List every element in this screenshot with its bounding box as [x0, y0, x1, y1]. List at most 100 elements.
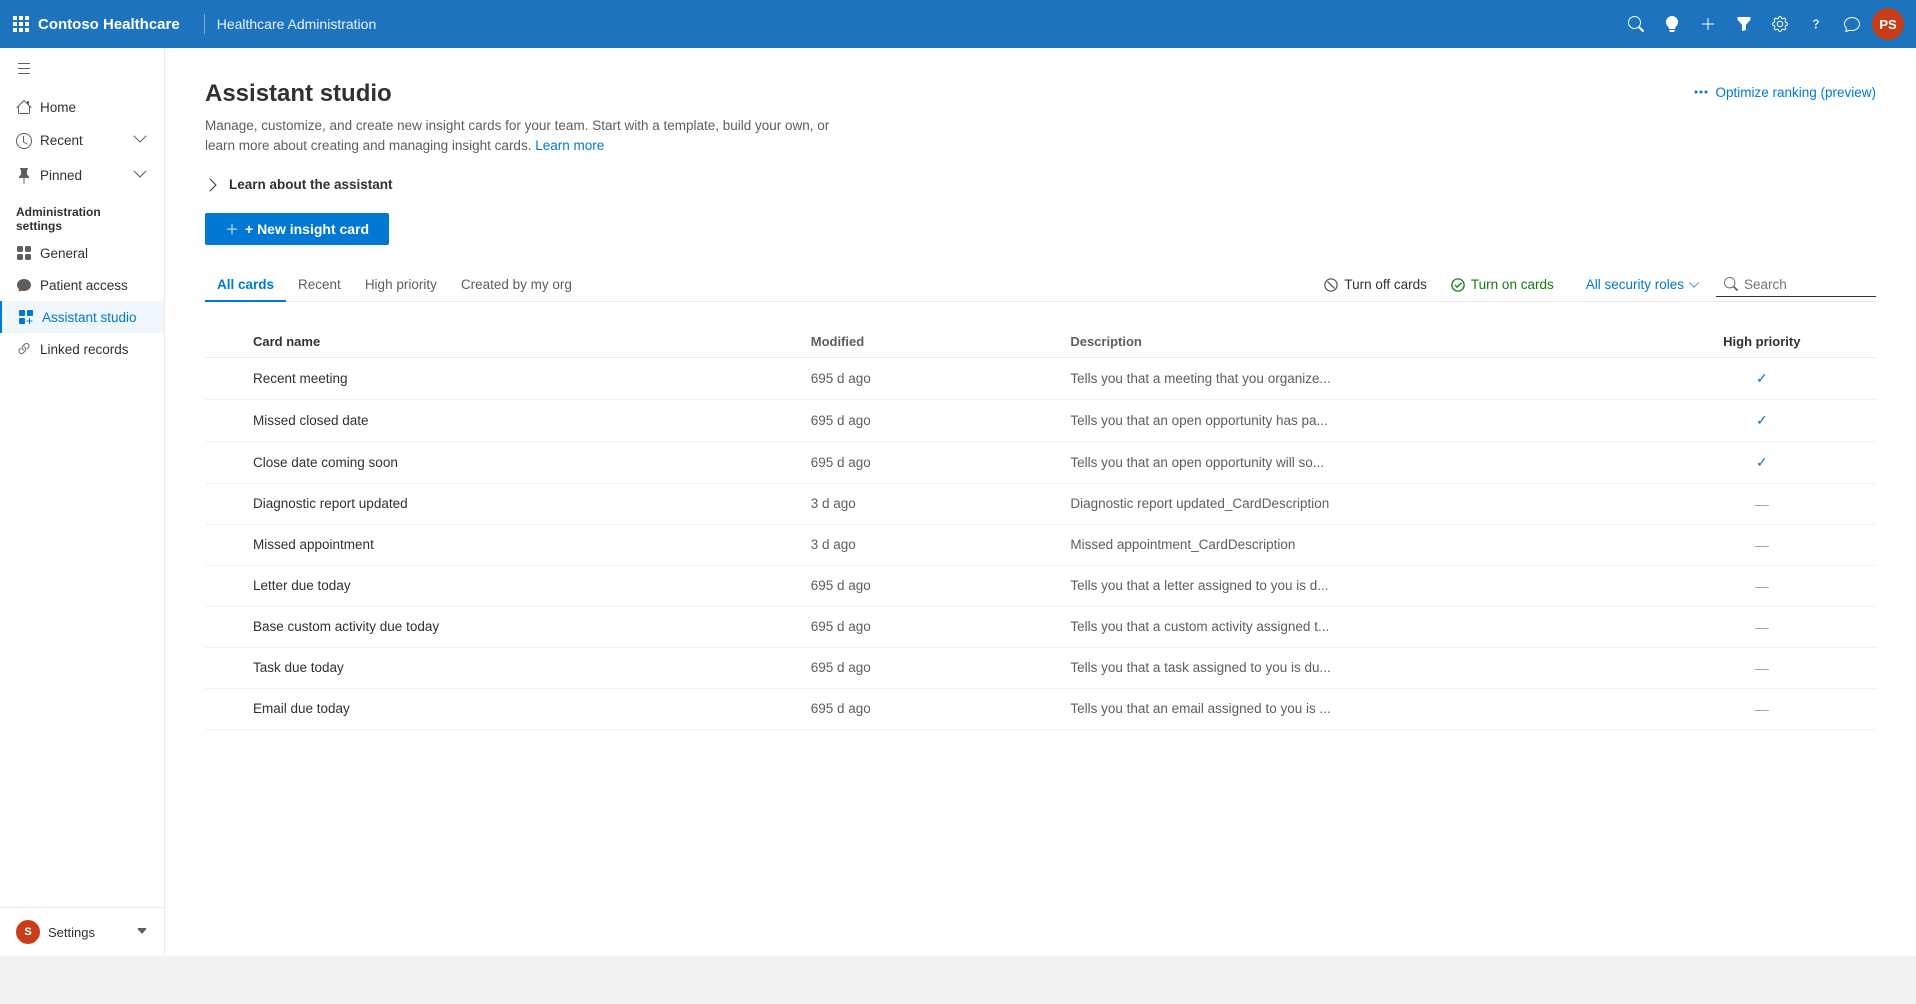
sidebar-item-recent[interactable]: Recent	[0, 123, 164, 158]
sidebar-label-recent: Recent	[40, 133, 83, 148]
col-header-description: Description	[1070, 326, 1659, 358]
sidebar-item-linked-records[interactable]: Linked records	[0, 333, 164, 365]
table-row[interactable]: Recent meeting695 d agoTells you that a …	[205, 357, 1876, 399]
new-insight-card-button[interactable]: + New insight card	[205, 213, 389, 245]
cell-description: Tells you that an email assigned to you …	[1070, 688, 1659, 729]
cell-modified: 3 d ago	[811, 524, 1071, 565]
security-roles-dropdown[interactable]: All security roles	[1578, 271, 1708, 298]
table-row[interactable]: Missed closed date695 d agoTells you tha…	[205, 399, 1876, 441]
cell-high-priority: —	[1660, 565, 1876, 606]
tab-all-cards[interactable]: All cards	[205, 269, 286, 302]
table-row[interactable]: Email due today695 d agoTells you that a…	[205, 688, 1876, 729]
optimize-label: Optimize ranking (preview)	[1715, 85, 1876, 100]
dash-icon: —	[1755, 619, 1769, 635]
topbar-actions: PS	[1620, 8, 1904, 40]
hamburger-icon[interactable]	[0, 48, 164, 91]
cell-modified: 695 d ago	[811, 357, 1071, 399]
sidebar-item-pinned[interactable]: Pinned	[0, 158, 164, 193]
search-input[interactable]	[1744, 277, 1864, 292]
page-subtitle: Manage, customize, and create new insigh…	[205, 116, 845, 157]
cell-description: Missed appointment_CardDescription	[1070, 524, 1659, 565]
col-header-name: Card name	[205, 326, 811, 358]
turn-off-label: Turn off cards	[1344, 277, 1427, 292]
dash-icon: —	[1755, 537, 1769, 553]
col-header-priority: High priority	[1660, 326, 1876, 358]
sidebar-nav: Home Recent Pinned Administration settin…	[0, 91, 164, 907]
topbar-module: Healthcare Administration	[217, 16, 377, 32]
pinned-chevron-icon	[132, 166, 148, 185]
cell-description: Tells you that an open opportunity will …	[1070, 441, 1659, 483]
sidebar-bottom-settings[interactable]: S Settings	[0, 907, 164, 956]
main-layout: Home Recent Pinned Administration settin…	[0, 48, 1916, 956]
sidebar-item-assistant-studio[interactable]: Assistant studio	[0, 301, 164, 333]
cell-card-name: Recent meeting	[205, 357, 811, 399]
cell-description: Tells you that an open opportunity has p…	[1070, 399, 1659, 441]
optimize-ranking-button[interactable]: Optimize ranking (preview)	[1693, 84, 1876, 100]
sidebar-item-general[interactable]: General	[0, 237, 164, 269]
lightbulb-icon[interactable]	[1656, 8, 1688, 40]
cell-modified: 695 d ago	[811, 688, 1071, 729]
checkmark-icon: ✓	[1756, 370, 1768, 386]
search-icon[interactable]	[1620, 8, 1652, 40]
cell-card-name: Diagnostic report updated	[205, 483, 811, 524]
plus-icon[interactable]	[1692, 8, 1724, 40]
turn-off-cards-button[interactable]: Turn off cards	[1312, 271, 1439, 298]
tab-created-by-org[interactable]: Created by my org	[449, 269, 584, 302]
learn-more-link[interactable]: Learn more	[535, 138, 604, 153]
tab-recent[interactable]: Recent	[286, 269, 353, 302]
cell-high-priority: ✓	[1660, 357, 1876, 399]
admin-section-label: Administration settings	[0, 193, 164, 237]
sidebar-label-patient-access: Patient access	[40, 278, 128, 293]
turn-on-cards-button[interactable]: Turn on cards	[1439, 271, 1566, 298]
help-icon[interactable]	[1800, 8, 1832, 40]
cell-high-priority: —	[1660, 524, 1876, 565]
dash-icon: —	[1755, 701, 1769, 717]
cell-card-name: Base custom activity due today	[205, 606, 811, 647]
cell-high-priority: —	[1660, 606, 1876, 647]
col-header-modified: Modified	[811, 326, 1071, 358]
settings-avatar: S	[16, 920, 40, 944]
table-row[interactable]: Task due today695 d agoTells you that a …	[205, 647, 1876, 688]
topbar: Contoso Healthcare Healthcare Administra…	[0, 0, 1916, 48]
sidebar-bottom-label: Settings	[48, 925, 95, 940]
sidebar-item-patient-access[interactable]: Patient access	[0, 269, 164, 301]
cell-high-priority: —	[1660, 483, 1876, 524]
sidebar-label-linked-records: Linked records	[40, 342, 129, 357]
cell-card-name: Email due today	[205, 688, 811, 729]
table-row[interactable]: Base custom activity due today695 d agoT…	[205, 606, 1876, 647]
sidebar: Home Recent Pinned Administration settin…	[0, 48, 165, 956]
filter-icon[interactable]	[1728, 8, 1760, 40]
cell-modified: 695 d ago	[811, 647, 1071, 688]
recent-chevron-icon	[132, 131, 148, 150]
app-grid-icon[interactable]	[12, 15, 30, 33]
table-row[interactable]: Letter due today695 d agoTells you that …	[205, 565, 1876, 606]
sidebar-item-home[interactable]: Home	[0, 91, 164, 123]
table-row[interactable]: Diagnostic report updated3 d agoDiagnost…	[205, 483, 1876, 524]
cell-description: Tells you that a custom activity assigne…	[1070, 606, 1659, 647]
page-header-left: Assistant studio Manage, customize, and …	[205, 80, 845, 157]
app-name: Contoso Healthcare	[38, 16, 180, 33]
cell-high-priority: ✓	[1660, 399, 1876, 441]
table-row[interactable]: Close date coming soon695 d agoTells you…	[205, 441, 1876, 483]
cell-card-name: Letter due today	[205, 565, 811, 606]
cell-modified: 695 d ago	[811, 441, 1071, 483]
search-field[interactable]	[1716, 273, 1876, 297]
cell-high-priority: ✓	[1660, 441, 1876, 483]
settings-icon[interactable]	[1764, 8, 1796, 40]
cell-description: Diagnostic report updated_CardDescriptio…	[1070, 483, 1659, 524]
chat-icon[interactable]	[1836, 8, 1868, 40]
learn-about-assistant[interactable]: Learn about the assistant	[205, 177, 1876, 193]
cell-modified: 695 d ago	[811, 565, 1071, 606]
checkmark-icon: ✓	[1756, 412, 1768, 428]
user-avatar[interactable]: PS	[1872, 8, 1904, 40]
turn-on-label: Turn on cards	[1471, 277, 1554, 292]
checkmark-icon: ✓	[1756, 454, 1768, 470]
page-title: Assistant studio	[205, 80, 845, 108]
tab-high-priority[interactable]: High priority	[353, 269, 449, 302]
cell-card-name: Missed appointment	[205, 524, 811, 565]
cell-description: Tells you that a letter assigned to you …	[1070, 565, 1659, 606]
dash-icon: —	[1755, 660, 1769, 676]
table-row[interactable]: Missed appointment3 d agoMissed appointm…	[205, 524, 1876, 565]
topbar-divider	[204, 14, 205, 34]
cell-high-priority: —	[1660, 688, 1876, 729]
